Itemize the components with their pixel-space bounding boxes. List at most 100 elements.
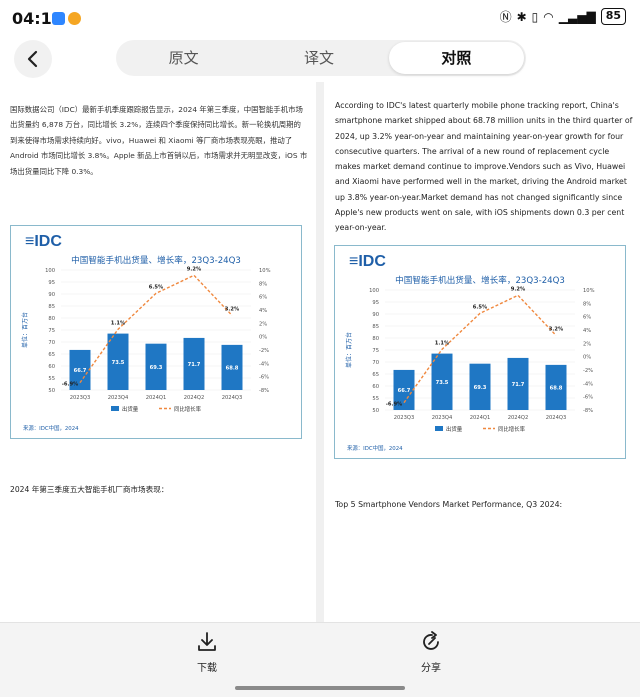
home-indicator[interactable]: [235, 686, 405, 690]
share-button[interactable]: 分享: [401, 631, 461, 674]
status-indicators: Ⓝ ✱ ▯ ◠ ▁▃▅▇ 85: [500, 8, 626, 25]
y-tick-label: 70: [48, 340, 55, 346]
bar-value-label: 66.7: [74, 368, 87, 374]
bar-value-label: 68.8: [550, 385, 563, 391]
y2-tick-label: 6%: [259, 295, 267, 301]
y-tick-label: 50: [48, 388, 55, 394]
y2-tick-label: -2%: [583, 368, 593, 374]
x-tick-label: 2024Q3: [546, 415, 567, 421]
idc-logo: ≡IDC: [349, 253, 386, 270]
x-tick-label: 2024Q2: [508, 415, 529, 421]
download-icon: [198, 632, 216, 651]
y2-tick-label: -8%: [259, 388, 269, 394]
y-tick-label: 85: [48, 304, 55, 310]
original-paragraph: 国际数据公司（IDC）最新手机季度跟踪报告显示，2024 年第三季度，中国智能手…: [10, 105, 308, 176]
y-tick-label: 85: [372, 324, 379, 330]
bluetooth-icon: ✱: [516, 9, 527, 24]
chart-title: 中国智能手机出货量、增长率，23Q3-24Q3: [395, 274, 565, 286]
tab-translation[interactable]: 译文: [251, 40, 386, 76]
chevron-left-icon: [27, 50, 38, 68]
growth-value-label: 6.5%: [149, 284, 164, 290]
view-mode-tabs: 原文 译文 对照: [116, 40, 526, 76]
x-tick-label: 2023Q3: [70, 395, 91, 401]
x-tick-label: 2024Q1: [470, 415, 491, 421]
bar-value-label: 66.7: [398, 388, 411, 394]
x-tick-label: 2023Q4: [108, 395, 129, 401]
legend-swatch-shipments: [111, 406, 119, 411]
y2-tick-label: -4%: [259, 361, 269, 367]
growth-value-label: 9.2%: [511, 286, 526, 292]
x-tick-label: 2024Q3: [222, 395, 243, 401]
y-tick-label: 65: [48, 352, 55, 358]
bar-value-label: 68.8: [226, 365, 239, 371]
y2-tick-label: 4%: [583, 328, 591, 334]
y2-tick-label: 10%: [259, 268, 271, 274]
y-tick-label: 50: [372, 408, 379, 414]
y-tick-label: 55: [48, 376, 55, 382]
y2-tick-label: 4%: [259, 308, 267, 314]
vibrate-icon: ▯: [531, 9, 539, 24]
growth-value-label: 1.1%: [435, 340, 450, 346]
original-chart: ≡IDC 中国智能手机出货量、增长率，23Q3-24Q3 单位：百万台 50 55 60 6…: [10, 225, 302, 439]
y-tick-label: 60: [48, 364, 55, 370]
y2-tick-label: 0%: [583, 355, 591, 361]
translation-paragraph: According to IDC's latest quarterly mobi…: [335, 101, 633, 233]
original-pane[interactable]: 国际数据公司（IDC）最新手机季度跟踪报告显示，2024 年第三季度，中国智能手…: [0, 82, 316, 622]
legend-label-shipments: 出货量: [122, 405, 139, 413]
bar-value-label: 71.7: [512, 382, 525, 388]
y-tick-label: 90: [372, 312, 379, 318]
translation-subheading: Top 5 Smartphone Vendors Market Performa…: [335, 500, 563, 509]
top-navigation: 原文 译文 对照: [0, 36, 640, 82]
y-tick-label: 60: [372, 384, 379, 390]
battery-indicator: 85: [600, 8, 626, 25]
y-tick-label: 100: [369, 288, 379, 294]
bar-value-label: 69.3: [474, 385, 487, 391]
x-tick-label: 2024Q1: [146, 395, 167, 401]
y2-tick-label: 10%: [583, 288, 595, 294]
y2-tick-label: 2%: [259, 321, 267, 327]
y-tick-label: 95: [372, 300, 379, 306]
download-button[interactable]: 下载: [177, 631, 237, 674]
y-axis-label: 单位：百万台: [21, 312, 29, 348]
y-tick-label: 65: [372, 372, 379, 378]
shipment-chart-original: ≡IDC 中国智能手机出货量、增长率，23Q3-24Q3 单位：百万台 50 55 60 6…: [21, 233, 271, 432]
wifi-icon: ◠: [543, 9, 554, 24]
shipment-chart-translation: ≡IDC 中国智能手机出货量、增长率，23Q3-24Q3 单位：百万台 50 55 60 6…: [345, 253, 595, 452]
nfc-icon: Ⓝ: [499, 10, 512, 24]
download-label: 下载: [197, 663, 217, 674]
y-tick-label: 100: [45, 268, 55, 274]
growth-value-label: 9.2%: [187, 266, 202, 272]
y2-tick-label: 2%: [583, 341, 591, 347]
y-axis-label: 单位：百万台: [345, 332, 353, 368]
growth-value-label: -6.9%: [386, 402, 403, 408]
bar-value-label: 71.7: [188, 362, 201, 368]
y-tick-label: 75: [372, 348, 379, 354]
translation-pane[interactable]: According to IDC's latest quarterly mobi…: [324, 82, 640, 622]
y-tick-label: 80: [48, 316, 55, 322]
chart-source: 来源：IDC中国，2024: [347, 444, 403, 452]
y-tick-label: 90: [48, 292, 55, 298]
tab-compare[interactable]: 对照: [388, 42, 524, 74]
y2-tick-label: -6%: [259, 375, 269, 381]
legend-label-shipments: 出货量: [446, 425, 463, 433]
growth-value-label: 6.5%: [473, 304, 488, 310]
share-label: 分享: [421, 663, 441, 674]
growth-value-label: -6.9%: [62, 382, 79, 388]
bar-value-label: 73.5: [436, 380, 449, 386]
y-tick-label: 80: [372, 336, 379, 342]
back-button[interactable]: [14, 40, 52, 78]
y2-tick-label: 8%: [259, 281, 267, 287]
y-tick-label: 70: [372, 360, 379, 366]
bar-value-label: 69.3: [150, 365, 163, 371]
chart-source: 来源：IDC中国，2024: [23, 424, 79, 432]
y-tick-label: 75: [48, 328, 55, 334]
tab-original[interactable]: 原文: [116, 40, 251, 76]
y-tick-label: 55: [372, 396, 379, 402]
chat-app-icon: [52, 12, 65, 25]
translation-chart: ≡IDC 中国智能手机出货量、增长率，23Q3-24Q3 单位：百万台 50 55 60 6…: [334, 245, 626, 459]
x-tick-label: 2023Q4: [432, 415, 453, 421]
growth-value-label: 1.1%: [111, 320, 126, 326]
legend-label-growth: 同比增长率: [174, 405, 202, 413]
growth-value-label: 3.2%: [549, 326, 564, 332]
original-subheading: 2024 年第三季度五大智能手机厂商市场表现：: [10, 485, 169, 494]
